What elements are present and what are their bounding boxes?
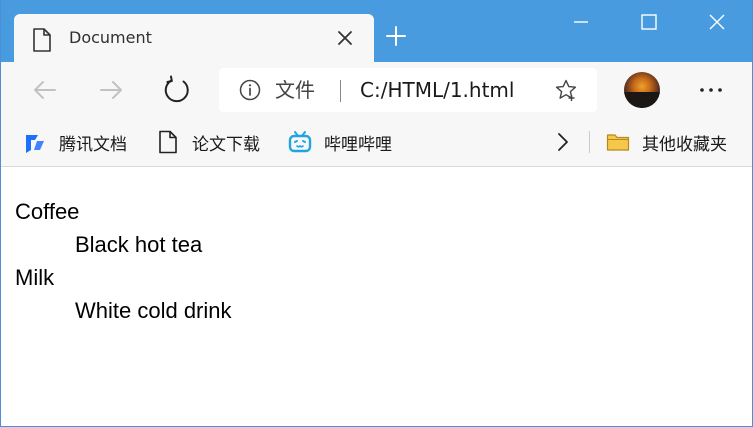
- address-url[interactable]: C:/HTML/1.html: [360, 78, 514, 102]
- bookmarks-divider: [589, 131, 590, 153]
- info-icon[interactable]: [239, 79, 261, 101]
- bookmark-label: 论文下载: [192, 134, 260, 155]
- bookmark-label: 腾讯文档: [59, 134, 127, 155]
- forward-icon[interactable]: [95, 74, 127, 106]
- chevron-right-icon[interactable]: [553, 130, 573, 154]
- document-icon: [159, 130, 177, 154]
- document-icon: [33, 28, 51, 52]
- bookmark-label: 其他收藏夹: [642, 134, 727, 155]
- avatar-horizon: [624, 92, 660, 108]
- bookmark-tencent-docs[interactable]: 腾讯文档: [23, 117, 127, 167]
- definition-description: Black hot tea: [75, 232, 203, 257]
- close-tab-icon[interactable]: [336, 29, 354, 47]
- title-bar: Document: [1, 0, 752, 62]
- bookmark-other-favorites[interactable]: 其他收藏夹: [606, 117, 727, 167]
- profile-avatar[interactable]: [624, 72, 660, 108]
- close-window-icon[interactable]: [705, 10, 729, 34]
- more-options-icon[interactable]: [696, 78, 726, 102]
- bookmark-label: 哔哩哔哩: [324, 134, 392, 155]
- back-icon[interactable]: [29, 74, 61, 106]
- minimize-icon[interactable]: [569, 10, 593, 34]
- bookmark-bilibili[interactable]: 哔哩哔哩: [288, 117, 392, 167]
- bookmarks-bar: 腾讯文档 论文下载 哔哩哔哩 其他收藏夹: [1, 117, 752, 167]
- refresh-icon[interactable]: [161, 74, 193, 106]
- definition-term: Milk: [15, 265, 55, 290]
- tab-title: Document: [69, 28, 152, 47]
- folder-icon: [606, 134, 630, 151]
- favorite-star-icon[interactable]: [554, 78, 578, 102]
- navigation-toolbar: 文件 C:/HTML/1.html: [1, 62, 752, 117]
- bilibili-icon: [288, 131, 312, 153]
- page-content: Coffee Black hot tea Milk White cold dri…: [1, 167, 752, 426]
- new-tab-icon[interactable]: [385, 25, 407, 47]
- definition-description: White cold drink: [75, 298, 232, 323]
- tencent-docs-icon: [26, 135, 44, 153]
- address-separator: [340, 80, 341, 102]
- browser-window: Document 文件 C:/HTML/1.html 腾讯文档 论文下载 哔哩哔…: [0, 0, 753, 427]
- bookmark-paper-download[interactable]: 论文下载: [156, 117, 260, 167]
- address-scheme-label: 文件: [275, 78, 315, 102]
- tab-document[interactable]: Document: [14, 14, 374, 62]
- address-bar[interactable]: 文件 C:/HTML/1.html: [219, 68, 597, 112]
- maximize-icon[interactable]: [637, 10, 661, 34]
- definition-list: Coffee Black hot tea Milk White cold dri…: [15, 195, 232, 327]
- definition-term: Coffee: [15, 199, 80, 224]
